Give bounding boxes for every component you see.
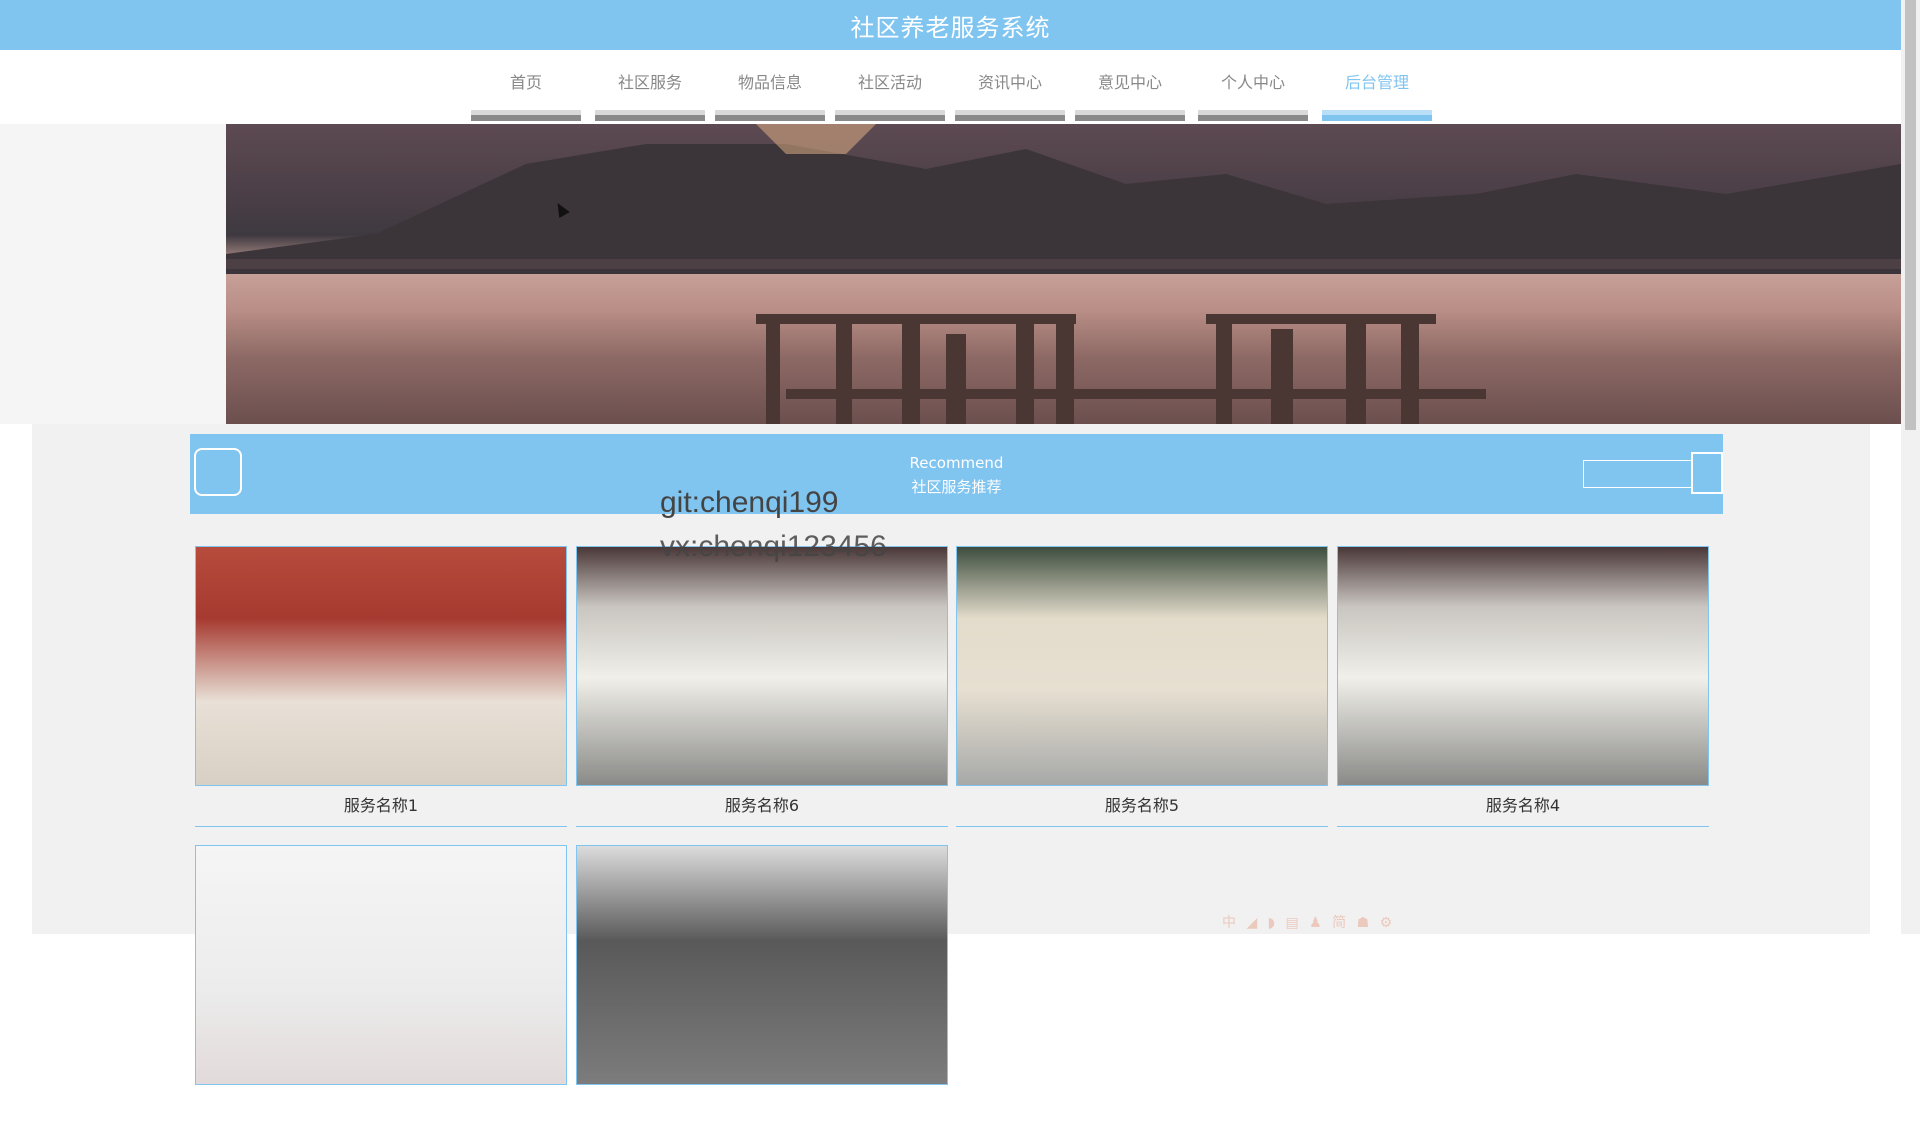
nav-item-label: 个人中心: [1220, 73, 1285, 92]
nav-item-label: 社区服务: [617, 73, 682, 92]
hero-banner[interactable]: [226, 124, 1901, 424]
service-name[interactable]: 服务名称4: [1337, 786, 1709, 827]
nav-item-label: 意见中心: [1097, 73, 1162, 92]
banner-landscape-image: [226, 124, 1901, 424]
service-card[interactable]: 服务名称4: [1337, 546, 1709, 830]
nav-underline: [1198, 110, 1308, 121]
nav-underline: [1322, 110, 1432, 121]
nav-underline: [955, 110, 1065, 121]
decor-rect-icon: [1691, 452, 1723, 494]
recommend-title-en: Recommend: [909, 454, 1004, 472]
service-image[interactable]: [576, 546, 948, 786]
nav-item-label: 社区活动: [857, 73, 922, 92]
nav-underline: [471, 110, 581, 121]
service-name[interactable]: 服务名称5: [956, 786, 1328, 827]
scrollbar[interactable]: [1901, 0, 1920, 934]
service-card[interactable]: 服务名称6: [576, 546, 948, 830]
main-nav: 首页 社区服务 物品信息 社区活动 资讯中心 意见中心 个人中心 后台管理: [0, 50, 1901, 124]
recommend-header: Recommend 社区服务推荐: [190, 434, 1723, 514]
nav-item-label: 资讯中心: [977, 73, 1042, 92]
nav-item-label: 首页: [509, 73, 542, 92]
service-image[interactable]: [576, 845, 948, 1085]
watermark-text: vx:chenqi123456: [660, 530, 887, 563]
service-image[interactable]: [195, 546, 567, 786]
nav-underline: [595, 110, 705, 121]
header-bar: 社区养老服务系统: [0, 0, 1901, 50]
service-card[interactable]: [576, 845, 948, 1129]
banner-left-gutter: [0, 124, 226, 424]
site-title: 社区养老服务系统: [850, 13, 1051, 42]
scrollbar-thumb[interactable]: [1905, 0, 1916, 430]
service-name[interactable]: 服务名称1: [195, 786, 567, 827]
service-card[interactable]: 服务名称1: [195, 546, 567, 830]
nav-underline: [835, 110, 945, 121]
service-image[interactable]: [1337, 546, 1709, 786]
decor-rect-icon: [1583, 460, 1693, 488]
nav-underline: [1075, 110, 1185, 121]
service-image[interactable]: [956, 546, 1328, 786]
service-name[interactable]: 服务名称6: [576, 786, 948, 827]
service-image[interactable]: [195, 845, 567, 1085]
watermark-text: git:chenqi199: [660, 486, 839, 519]
nav-item-label: 物品信息: [737, 73, 802, 92]
service-card[interactable]: [195, 845, 567, 1129]
service-card[interactable]: 服务名称5: [956, 546, 1328, 830]
recommend-title-cn: 社区服务推荐: [911, 478, 1002, 496]
input-method-toolbar[interactable]: 中 ◢ ◗ ▤ ♟ 简 ☗ ⚙: [1222, 912, 1395, 932]
nav-underline: [715, 110, 825, 121]
nav-item-label: 后台管理: [1344, 73, 1409, 92]
